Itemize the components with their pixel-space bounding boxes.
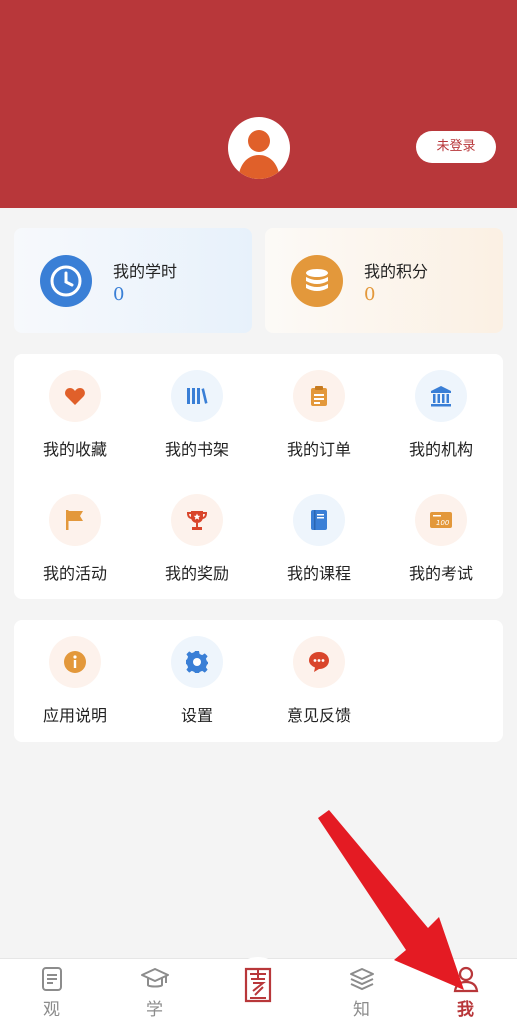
- menu-item-orders[interactable]: 我的订单: [258, 354, 380, 464]
- clock-icon: [40, 255, 92, 307]
- center-logo-button[interactable]: [231, 957, 285, 1011]
- menu-item-settings[interactable]: 设置: [136, 620, 258, 730]
- menu-item-exams[interactable]: 100 我的考试: [380, 478, 502, 588]
- menu-item-label: 我的活动: [42, 564, 107, 583]
- bottom-tab-bar: 观 学 知 我: [0, 957, 517, 1031]
- points-title: 我的积分: [364, 262, 429, 281]
- tab-me[interactable]: 我: [414, 959, 517, 1031]
- profile-header: 未登录: [0, 0, 517, 208]
- tab-watch[interactable]: 观: [0, 959, 103, 1031]
- books-icon: [350, 968, 374, 991]
- user-avatar-icon: [238, 130, 280, 179]
- document-icon: [42, 967, 62, 991]
- center-logo-icon: [244, 967, 272, 1003]
- study-hours-value: 0: [113, 284, 125, 305]
- svg-text:100: 100: [436, 519, 450, 527]
- menu-item-courses[interactable]: 我的课程: [258, 478, 380, 588]
- coins-icon: [291, 255, 343, 307]
- points-card[interactable]: 我的积分 0: [265, 228, 503, 333]
- menu-item-feedback[interactable]: 意见反馈: [258, 620, 380, 730]
- menu-item-bookshelf[interactable]: 我的书架: [136, 354, 258, 464]
- user-icon: [453, 966, 479, 993]
- clipboard-icon: [293, 370, 345, 422]
- menu-item-label: 我的订单: [286, 440, 351, 459]
- exam-icon: 100: [415, 494, 467, 546]
- points-value: 0: [364, 284, 376, 305]
- book-icon: [293, 494, 345, 546]
- avatar[interactable]: [228, 117, 290, 179]
- menu-item-label: 我的考试: [408, 564, 473, 583]
- menu-item-label: 我的奖励: [164, 564, 229, 583]
- heart-icon: [49, 370, 101, 422]
- login-button[interactable]: 未登录: [416, 131, 496, 163]
- study-hours-title: 我的学时: [113, 262, 178, 281]
- tab-knowledge[interactable]: 知: [310, 959, 413, 1031]
- menu-item-app-info[interactable]: 应用说明: [14, 620, 136, 730]
- tab-label: 观: [43, 1000, 60, 1020]
- graduation-cap-icon: [141, 968, 169, 988]
- study-hours-card[interactable]: 我的学时 0: [14, 228, 252, 333]
- menu-item-favorites[interactable]: 我的收藏: [14, 354, 136, 464]
- tab-label: 我: [457, 1000, 474, 1020]
- flag-icon: [49, 494, 101, 546]
- menu-item-label: 我的收藏: [42, 440, 107, 459]
- menu-item-label: 我的机构: [408, 440, 473, 459]
- menu-item-rewards[interactable]: 我的奖励: [136, 478, 258, 588]
- settings-panel: 应用说明 设置 意见反馈: [14, 620, 503, 742]
- tab-study[interactable]: 学: [103, 959, 206, 1031]
- info-icon: [49, 636, 101, 688]
- gear-icon: [171, 636, 223, 688]
- menu-item-institution[interactable]: 我的机构: [380, 354, 502, 464]
- menu-item-label: 应用说明: [42, 706, 107, 725]
- tab-label: 知: [353, 1000, 370, 1020]
- chat-icon: [293, 636, 345, 688]
- menu-item-label: 我的课程: [286, 564, 351, 583]
- menu-item-activities[interactable]: 我的活动: [14, 478, 136, 588]
- trophy-icon: [171, 494, 223, 546]
- tab-label: 学: [146, 1000, 163, 1020]
- menu-panel: 我的收藏 我的书架 我的订单 我的机构 我的活动 我的奖励 我的课程 100 我…: [14, 354, 503, 599]
- menu-item-label: 意见反馈: [286, 706, 351, 725]
- institution-icon: [415, 370, 467, 422]
- menu-item-label: 设置: [180, 706, 213, 725]
- bookshelf-icon: [171, 370, 223, 422]
- menu-item-label: 我的书架: [164, 440, 229, 459]
